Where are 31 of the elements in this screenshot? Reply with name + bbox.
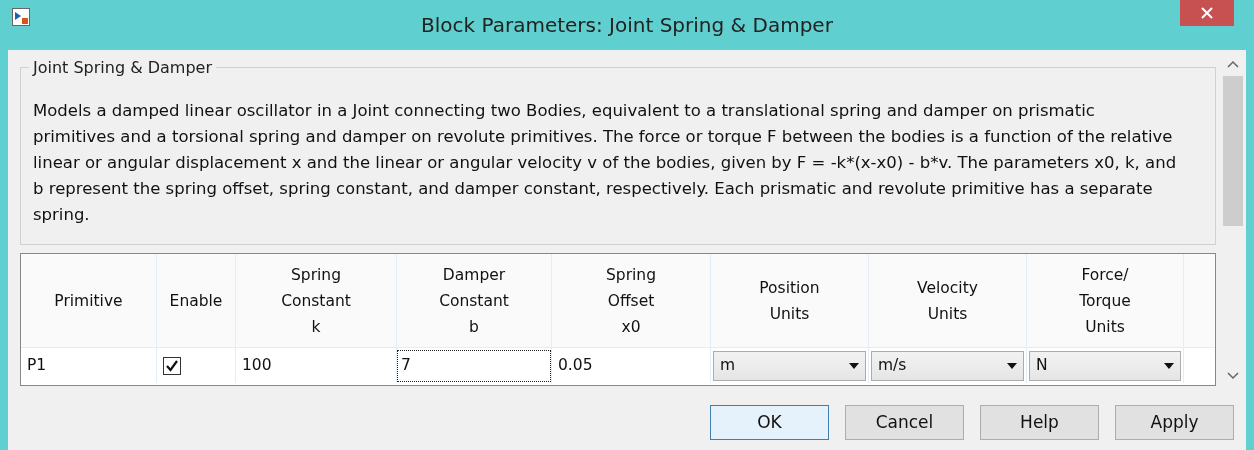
units-dropdown[interactable]: N (1029, 350, 1181, 381)
dialog-button[interactable]: Cancel (845, 405, 964, 440)
dialog-button[interactable]: OK (710, 405, 829, 440)
focused-cell[interactable]: 7 (397, 349, 551, 382)
column-header: Primitive (21, 254, 157, 347)
units-dropdown[interactable]: m (713, 350, 866, 381)
units-dropdown[interactable]: m/s (871, 350, 1024, 381)
table-cell[interactable]: P1 (21, 353, 53, 378)
column-header: Force/ Torque Units (1027, 254, 1184, 347)
dialog-button[interactable]: Apply (1115, 405, 1234, 440)
column-header: Enable (157, 254, 236, 347)
column-header: Position Units (711, 254, 869, 347)
dropdown-arrow-icon (849, 362, 859, 369)
scroll-up-icon[interactable] (1227, 60, 1239, 68)
app-icon (12, 8, 30, 26)
column-header: Damper Constant b (397, 254, 552, 347)
dialog-button[interactable]: Help (980, 405, 1099, 440)
scroll-down-icon[interactable] (1227, 372, 1239, 380)
table-cell[interactable]: 100 (236, 353, 278, 378)
description-text: Models a damped linear oscillator in a Joint connecting two Bodies, equivalent to a translational spring and damper on prismatic primitives and a torsional spring and damper on revolute primitives. The force or torque F between the bodies is a function of the relative linear or angular displacement x and the linear or angular velocity v of the bodies, given by F = -k*(x-x0) - b*v. The parameters x0, k, and b represent the spring offset, spring constant, and damper constant, respectively. Each prismatic and revolute primitive has a separate spring. (33, 100, 1178, 226)
column-header: Spring Constant k (236, 254, 397, 347)
table-cell[interactable]: 0.05 (552, 353, 599, 378)
dropdown-arrow-icon (1007, 362, 1017, 369)
dropdown-arrow-icon (1164, 362, 1174, 369)
column-header: Spring Offset x0 (552, 254, 711, 347)
column-header: Velocity Units (869, 254, 1027, 347)
close-icon (1201, 7, 1213, 19)
window-title: Block Parameters: Joint Spring & Damper (421, 12, 833, 39)
close-button[interactable] (1180, 0, 1234, 26)
enable-checkbox[interactable] (163, 356, 181, 375)
scroll-thumb[interactable] (1223, 76, 1243, 226)
